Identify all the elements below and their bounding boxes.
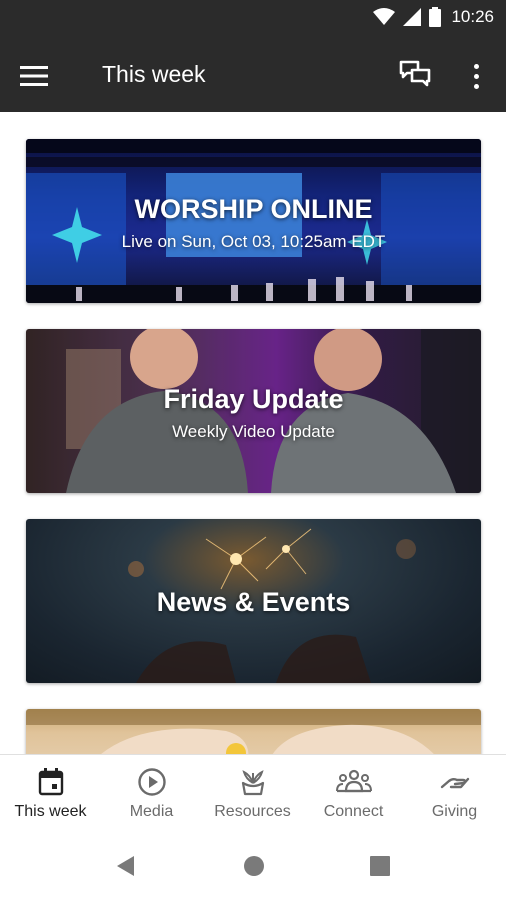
- recents-icon[interactable]: [370, 856, 390, 876]
- system-navigation-bar: [0, 834, 506, 900]
- card-hands[interactable]: [26, 709, 481, 754]
- status-bar: 10:26: [0, 0, 506, 38]
- chat-icon: [399, 60, 431, 87]
- home-icon[interactable]: [243, 855, 265, 877]
- nav-label: This week: [14, 803, 87, 820]
- card-news-events[interactable]: News & Events: [26, 519, 481, 683]
- card-title: WORSHIP ONLINE: [134, 194, 373, 224]
- menu-button[interactable]: [20, 60, 60, 92]
- more-dot: [473, 73, 479, 79]
- nav-label: Connect: [323, 803, 384, 820]
- page-title: This week: [102, 61, 206, 87]
- giving-icon: [440, 777, 469, 789]
- hands-image: [26, 709, 481, 754]
- resources-icon: [241, 770, 264, 796]
- nav-resources[interactable]: Resources: [202, 767, 303, 831]
- back-icon[interactable]: [114, 854, 138, 878]
- nav-label: Giving: [431, 803, 478, 820]
- card-subtitle: Weekly Video Update: [172, 422, 335, 441]
- nav-label: Media: [129, 803, 174, 820]
- signal-icon: [403, 8, 422, 26]
- card-title: News & Events: [156, 587, 351, 617]
- play-icon: [137, 768, 166, 796]
- battery-icon: [429, 7, 442, 27]
- bottom-navigation: This week Media Resources Connect Giving: [0, 754, 506, 834]
- nav-connect[interactable]: Connect: [303, 767, 404, 831]
- more-options-button[interactable]: [464, 58, 488, 94]
- people-icon: [335, 769, 372, 793]
- more-dot: [473, 83, 479, 89]
- nav-label: Resources: [214, 803, 291, 820]
- status-icons: 10:26: [373, 7, 494, 27]
- wifi-icon: [373, 8, 396, 25]
- card-title: Friday Update: [163, 384, 344, 414]
- card-friday-update[interactable]: Friday Update Weekly Video Update: [26, 329, 481, 493]
- content-list[interactable]: WORSHIP ONLINE Live on Sun, Oct 03, 10:2…: [0, 112, 506, 754]
- nav-media[interactable]: Media: [101, 767, 202, 831]
- card-worship-online[interactable]: WORSHIP ONLINE Live on Sun, Oct 03, 10:2…: [26, 139, 481, 303]
- more-dot: [473, 63, 479, 69]
- nav-giving[interactable]: Giving: [404, 767, 505, 831]
- status-time: 10:26: [451, 7, 494, 26]
- menu-icon: [20, 66, 48, 86]
- nav-this-week[interactable]: This week: [0, 767, 101, 831]
- calendar-icon: [38, 768, 63, 796]
- app-bar: This week: [0, 38, 506, 112]
- card-subtitle: Live on Sun, Oct 03, 10:25am EDT: [121, 232, 386, 251]
- chat-button[interactable]: [398, 58, 434, 94]
